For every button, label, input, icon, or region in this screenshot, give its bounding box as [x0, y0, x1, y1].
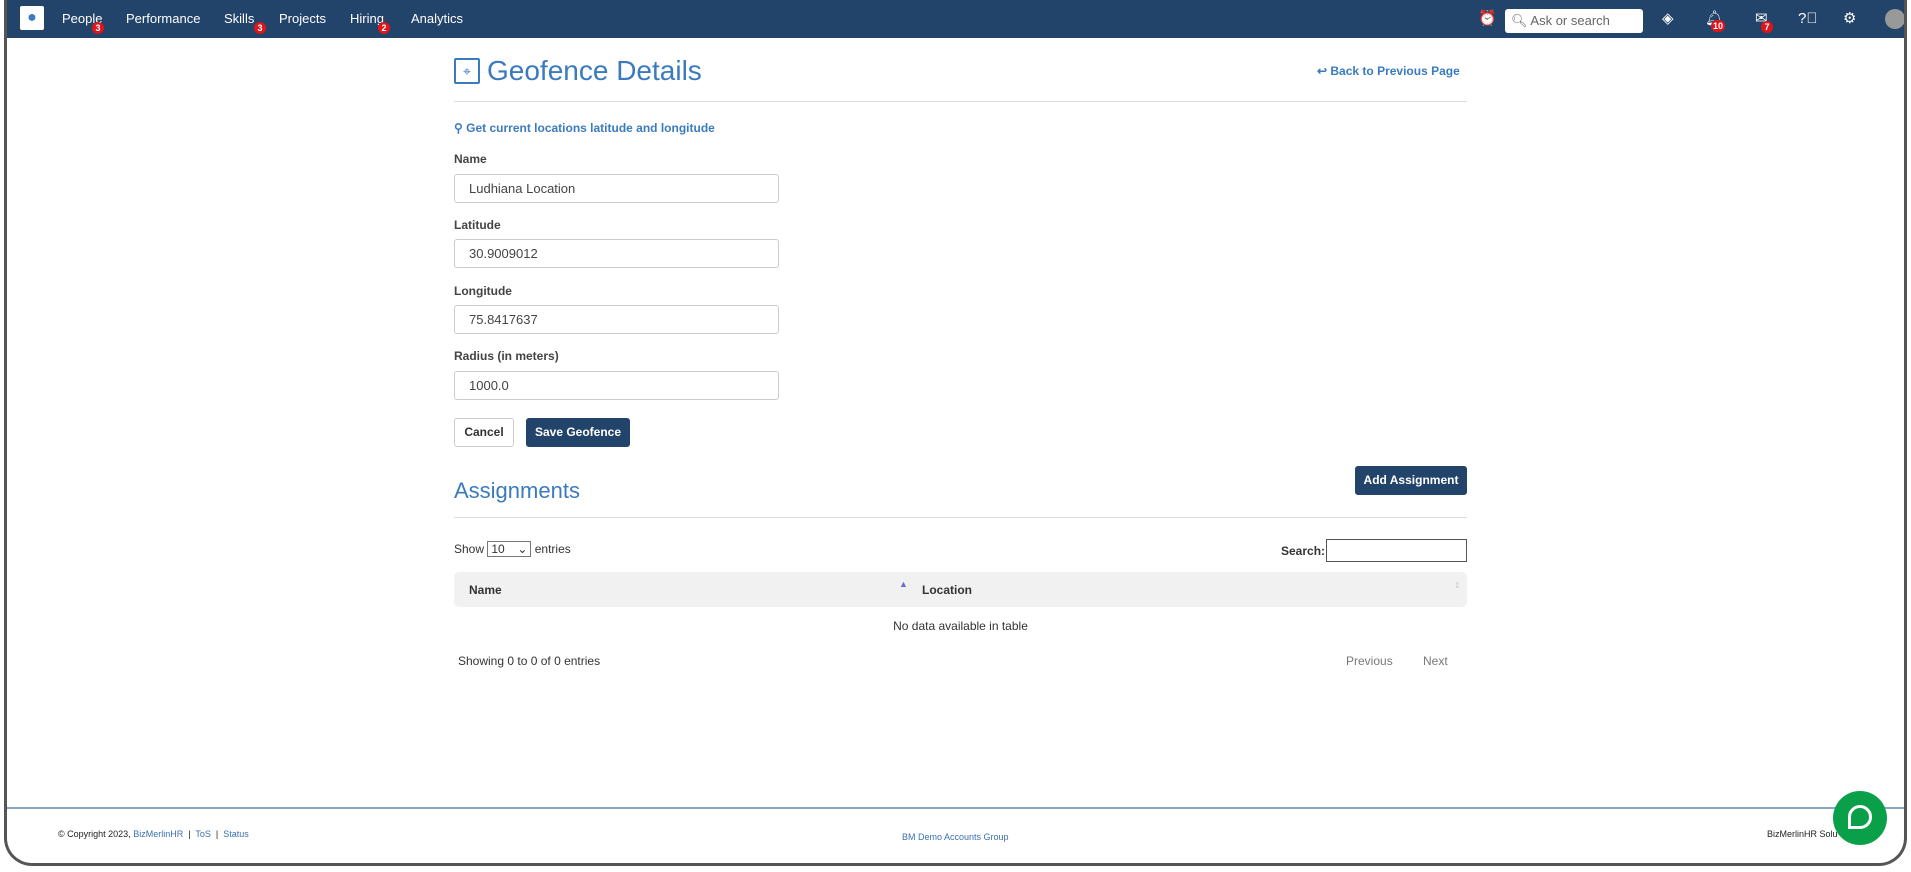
divider — [454, 101, 1467, 102]
back-arrow-icon: ↩ — [1317, 64, 1331, 78]
footer-right: BizMerlinHR Solu — [1767, 829, 1838, 839]
get-location-label: Get current locations latitude and longi… — [466, 121, 715, 135]
geofence-icon: ⌖ — [454, 58, 480, 84]
tos-link[interactable]: ToS — [195, 829, 211, 839]
app-window: ● People 3 Performance Skills 3 Projects… — [4, 0, 1907, 866]
column-location[interactable]: Location — [922, 583, 972, 597]
name-label: Name — [454, 152, 487, 166]
search-input[interactable]: 🔍︎ Ask or search — [1505, 9, 1643, 33]
search-label: Search: — [1281, 544, 1326, 558]
assignments-title: Assignments — [454, 478, 580, 503]
longitude-input[interactable]: 75.8417637 — [454, 305, 779, 334]
save-geofence-button[interactable]: Save Geofence — [526, 418, 630, 447]
previous-page-button[interactable]: Previous — [1346, 654, 1393, 668]
group-link[interactable]: BM Demo Accounts Group — [902, 832, 1009, 842]
back-link-label: Back to Previous Page — [1330, 64, 1460, 78]
table-search-input[interactable] — [1326, 539, 1467, 562]
people-badge: 3 — [92, 22, 104, 34]
chevron-down-icon: ⌄ — [517, 542, 528, 556]
sort-asc-icon[interactable]: ▲ — [899, 579, 908, 589]
next-page-button[interactable]: Next — [1423, 654, 1448, 668]
divider — [454, 517, 1467, 518]
get-location-link[interactable]: ⚲ Get current locations latitude and lon… — [454, 121, 715, 135]
latitude-input[interactable]: 30.9009012 — [454, 239, 779, 268]
map-marker-icon: ⚲ — [454, 121, 463, 135]
search-placeholder: Ask or search — [1530, 13, 1610, 28]
radius-label: Radius (in meters) — [454, 349, 559, 363]
nav-projects[interactable]: Projects — [279, 11, 326, 26]
nav-skills[interactable]: Skills — [224, 11, 254, 26]
cancel-button[interactable]: Cancel — [454, 418, 514, 447]
gear-icon[interactable]: ⚙ — [1843, 10, 1856, 28]
status-link[interactable]: Status — [223, 829, 249, 839]
brand-link[interactable]: BizMerlinHR — [133, 829, 183, 839]
show-label: Show — [454, 542, 485, 556]
entries-length: Show 10 ⌄ entries — [454, 541, 571, 557]
column-name[interactable]: Name — [469, 583, 502, 597]
messages-badge: 7 — [1761, 21, 1773, 33]
sort-both-icon[interactable]: ⇕ — [1454, 581, 1461, 590]
latitude-label: Latitude — [454, 218, 501, 232]
entries-label: entries — [534, 542, 571, 556]
entries-value: 10 — [491, 542, 505, 556]
empty-table-message: No data available in table — [893, 619, 1028, 633]
longitude-label: Longitude — [454, 284, 512, 298]
hiring-badge: 2 — [378, 22, 390, 34]
chat-button[interactable] — [1833, 791, 1887, 845]
logo[interactable]: ● — [20, 6, 44, 30]
footer-divider — [7, 807, 1904, 809]
name-input[interactable]: Ludhiana Location — [454, 174, 779, 203]
add-assignment-button[interactable]: Add Assignment — [1355, 466, 1467, 495]
radius-input[interactable]: 1000.0 — [454, 371, 779, 400]
alarm-clock-icon[interactable]: ⏰ — [1478, 10, 1497, 28]
search-icon: 🔍︎ — [1511, 13, 1528, 28]
entries-select[interactable]: 10 ⌄ — [487, 541, 532, 557]
help-icon[interactable]: ?⃝ — [1798, 10, 1818, 28]
table-header: Name ▲ Location ⇕ — [454, 572, 1467, 607]
top-nav: ● People 3 Performance Skills 3 Projects… — [7, 0, 1904, 38]
chat-bubble-icon — [1848, 805, 1872, 829]
footer-left: © Copyright 2023, BizMerlinHR | ToS | St… — [58, 829, 249, 839]
nav-analytics[interactable]: Analytics — [411, 11, 463, 26]
nav-performance[interactable]: Performance — [126, 11, 200, 26]
table-info: Showing 0 to 0 of 0 entries — [458, 654, 601, 668]
back-link[interactable]: ↩ Back to Previous Page — [1317, 64, 1460, 78]
skills-badge: 3 — [254, 22, 266, 34]
notifications-badge: 10 — [1711, 20, 1726, 32]
stack-icon[interactable]: ◈ — [1662, 10, 1674, 28]
page-title: Geofence Details — [487, 55, 702, 86]
avatar[interactable] — [1885, 9, 1904, 29]
copyright: © Copyright 2023, — [58, 829, 131, 839]
